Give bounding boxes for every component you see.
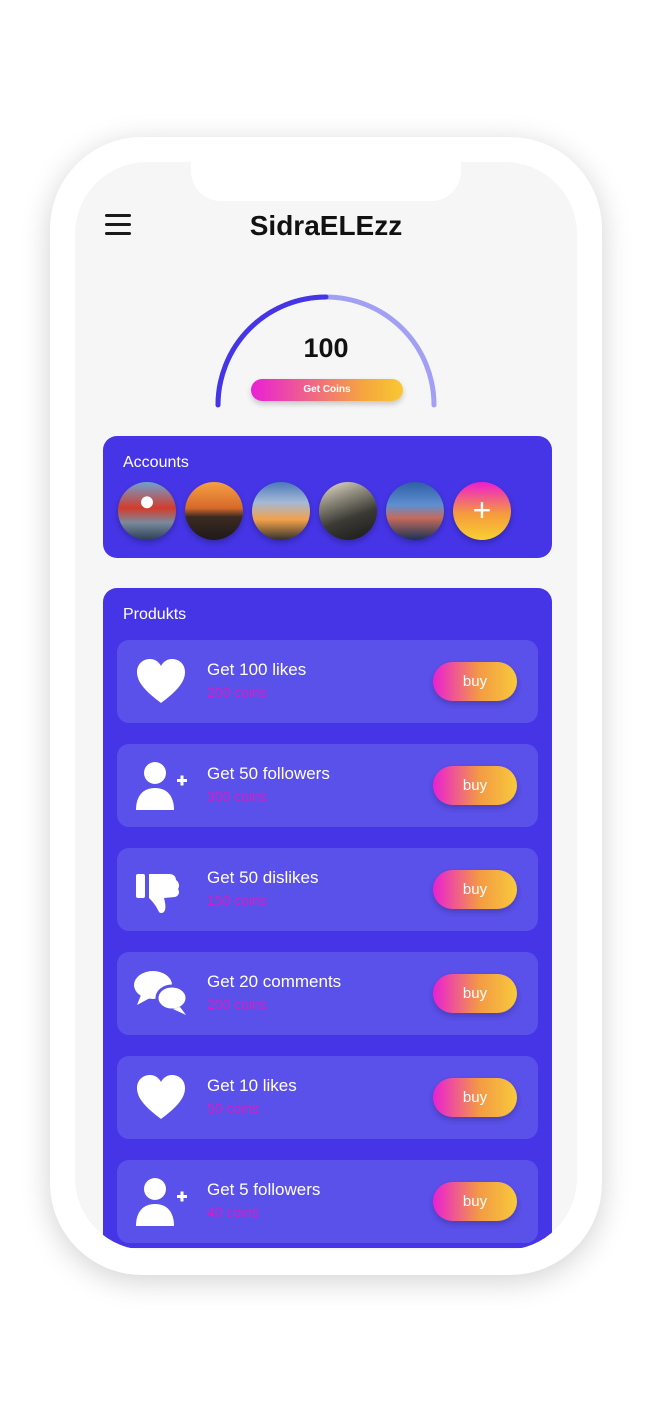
- thumbs-down-icon: [133, 864, 189, 916]
- buy-button[interactable]: buy: [433, 662, 517, 701]
- get-coins-button[interactable]: Get Coins: [251, 379, 403, 401]
- app-screen: SidraELEzz 100 Get Coins Accounts + Prod…: [75, 162, 577, 1250]
- accounts-label: Accounts: [123, 454, 189, 471]
- product-title: Get 20 comments: [207, 972, 342, 991]
- add-user-icon: [133, 1176, 189, 1228]
- buy-button[interactable]: buy: [433, 1078, 517, 1117]
- products-label: Produkts: [123, 606, 187, 623]
- products-panel: Produkts Get 100 likes 200 coins buy Get…: [103, 588, 552, 1248]
- product-price: 200 coins: [207, 684, 267, 700]
- product-price: 300 coins: [207, 788, 267, 804]
- buy-button[interactable]: buy: [433, 870, 517, 909]
- heart-icon: [133, 1072, 189, 1124]
- product-title: Get 50 followers: [207, 764, 330, 783]
- buy-button[interactable]: buy: [433, 974, 517, 1013]
- buy-button[interactable]: buy: [433, 1182, 517, 1221]
- product-card: Get 50 followers 300 coins buy: [117, 744, 538, 827]
- comments-icon: [133, 968, 189, 1020]
- accounts-avatar-row: +: [118, 482, 511, 540]
- product-card: Get 10 likes 50 coins buy: [117, 1056, 538, 1139]
- product-card: Get 5 followers 40 coins buy: [117, 1160, 538, 1243]
- add-account-button[interactable]: +: [453, 482, 511, 540]
- product-card: Get 50 dislikes 150 coins buy: [117, 848, 538, 931]
- product-title: Get 10 likes: [207, 1076, 297, 1095]
- product-card: Get 20 comments 200 coins buy: [117, 952, 538, 1035]
- product-title: Get 50 dislikes: [207, 868, 319, 887]
- product-title: Get 5 followers: [207, 1180, 321, 1199]
- product-price: 200 coins: [207, 996, 267, 1012]
- heart-icon: [133, 656, 189, 708]
- account-avatar-2[interactable]: [185, 482, 243, 540]
- buy-button[interactable]: buy: [433, 766, 517, 805]
- product-price: 50 coins: [207, 1100, 260, 1116]
- product-list: Get 100 likes 200 coins buy Get 50 follo…: [117, 640, 538, 1248]
- product-price: 150 coins: [207, 892, 267, 908]
- coin-gauge: 100 Get Coins: [208, 285, 444, 415]
- add-user-icon: [133, 760, 189, 812]
- product-card: Get 100 likes 200 coins buy: [117, 640, 538, 723]
- account-avatar-1[interactable]: [118, 482, 176, 540]
- account-avatar-3[interactable]: [252, 482, 310, 540]
- account-avatar-5[interactable]: [386, 482, 444, 540]
- coin-balance: 100: [303, 333, 349, 363]
- product-price: 40 coins: [207, 1204, 260, 1220]
- phone-notch: [191, 162, 461, 201]
- app-title: SidraELEzz: [249, 210, 403, 241]
- accounts-panel: Accounts +: [103, 436, 552, 558]
- account-avatar-4[interactable]: [319, 482, 377, 540]
- product-title: Get 100 likes: [207, 660, 307, 679]
- phone-frame: SidraELEzz 100 Get Coins Accounts + Prod…: [50, 137, 602, 1275]
